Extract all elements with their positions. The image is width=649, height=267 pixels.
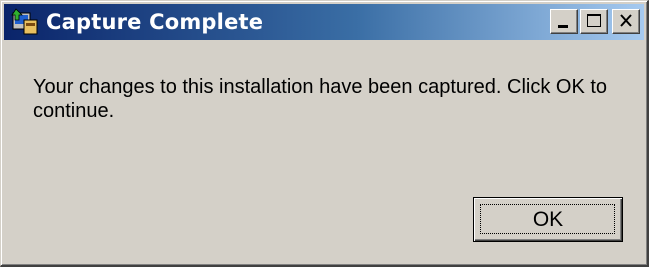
- capture-complete-dialog: Capture Complete Your changes to this in…: [0, 0, 649, 267]
- maximize-icon: [587, 14, 601, 27]
- close-icon: [620, 14, 632, 27]
- window-title: Capture Complete: [46, 10, 264, 34]
- close-button[interactable]: [612, 9, 640, 34]
- minimize-button[interactable]: [550, 9, 578, 34]
- title-bar[interactable]: Capture Complete: [4, 4, 644, 40]
- maximize-button[interactable]: [580, 9, 608, 34]
- dialog-message: Your changes to this installation have b…: [33, 76, 608, 122]
- installer-app-icon: [11, 8, 38, 35]
- ok-button[interactable]: OK: [473, 197, 623, 242]
- title-bar-buttons: [550, 9, 640, 34]
- ok-button-label: OK: [532, 207, 564, 231]
- minimize-icon: [558, 25, 568, 28]
